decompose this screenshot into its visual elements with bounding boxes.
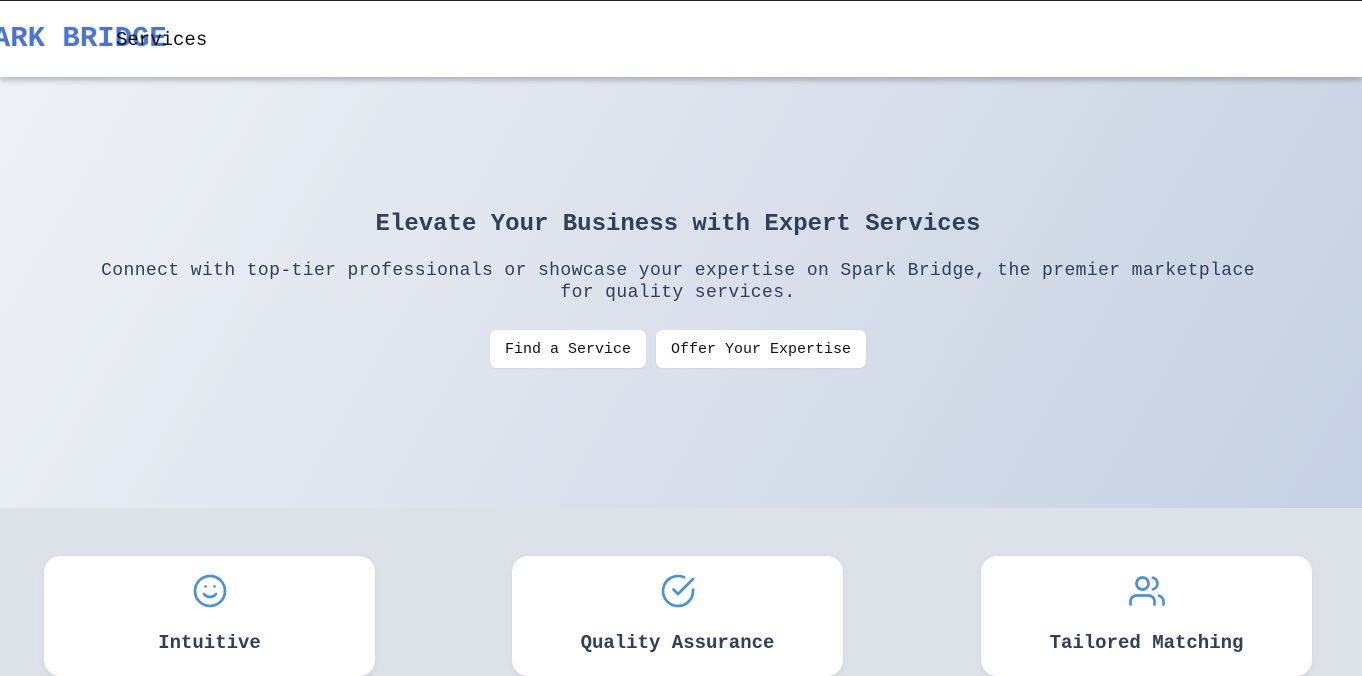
- feature-card-quality-assurance: Quality Assurance: [512, 556, 843, 676]
- hero-title: Elevate Your Business with Expert Servic…: [375, 211, 981, 238]
- feature-title: Intuitive: [158, 632, 261, 654]
- feature-title: Tailored Matching: [1049, 632, 1244, 654]
- offer-expertise-button[interactable]: Offer Your Expertise: [656, 330, 866, 368]
- feature-title: Quality Assurance: [580, 632, 775, 654]
- top-navigation-bar: SPARK BRIDGE Services: [0, 0, 1362, 77]
- hero-section: Elevate Your Business with Expert Servic…: [0, 77, 1362, 508]
- find-service-button[interactable]: Find a Service: [490, 330, 646, 368]
- features-section: Intuitive Quality Assurance Tailored Mat…: [0, 508, 1362, 676]
- users-icon: [1129, 573, 1165, 609]
- hero-subtitle: Connect with top-tier professionals or s…: [101, 261, 1255, 303]
- smile-icon: [192, 573, 228, 609]
- nav-link-services[interactable]: Services: [116, 29, 207, 51]
- feature-card-intuitive: Intuitive: [44, 556, 375, 676]
- check-circle-icon: [660, 573, 696, 609]
- feature-card-tailored-matching: Tailored Matching: [981, 556, 1312, 676]
